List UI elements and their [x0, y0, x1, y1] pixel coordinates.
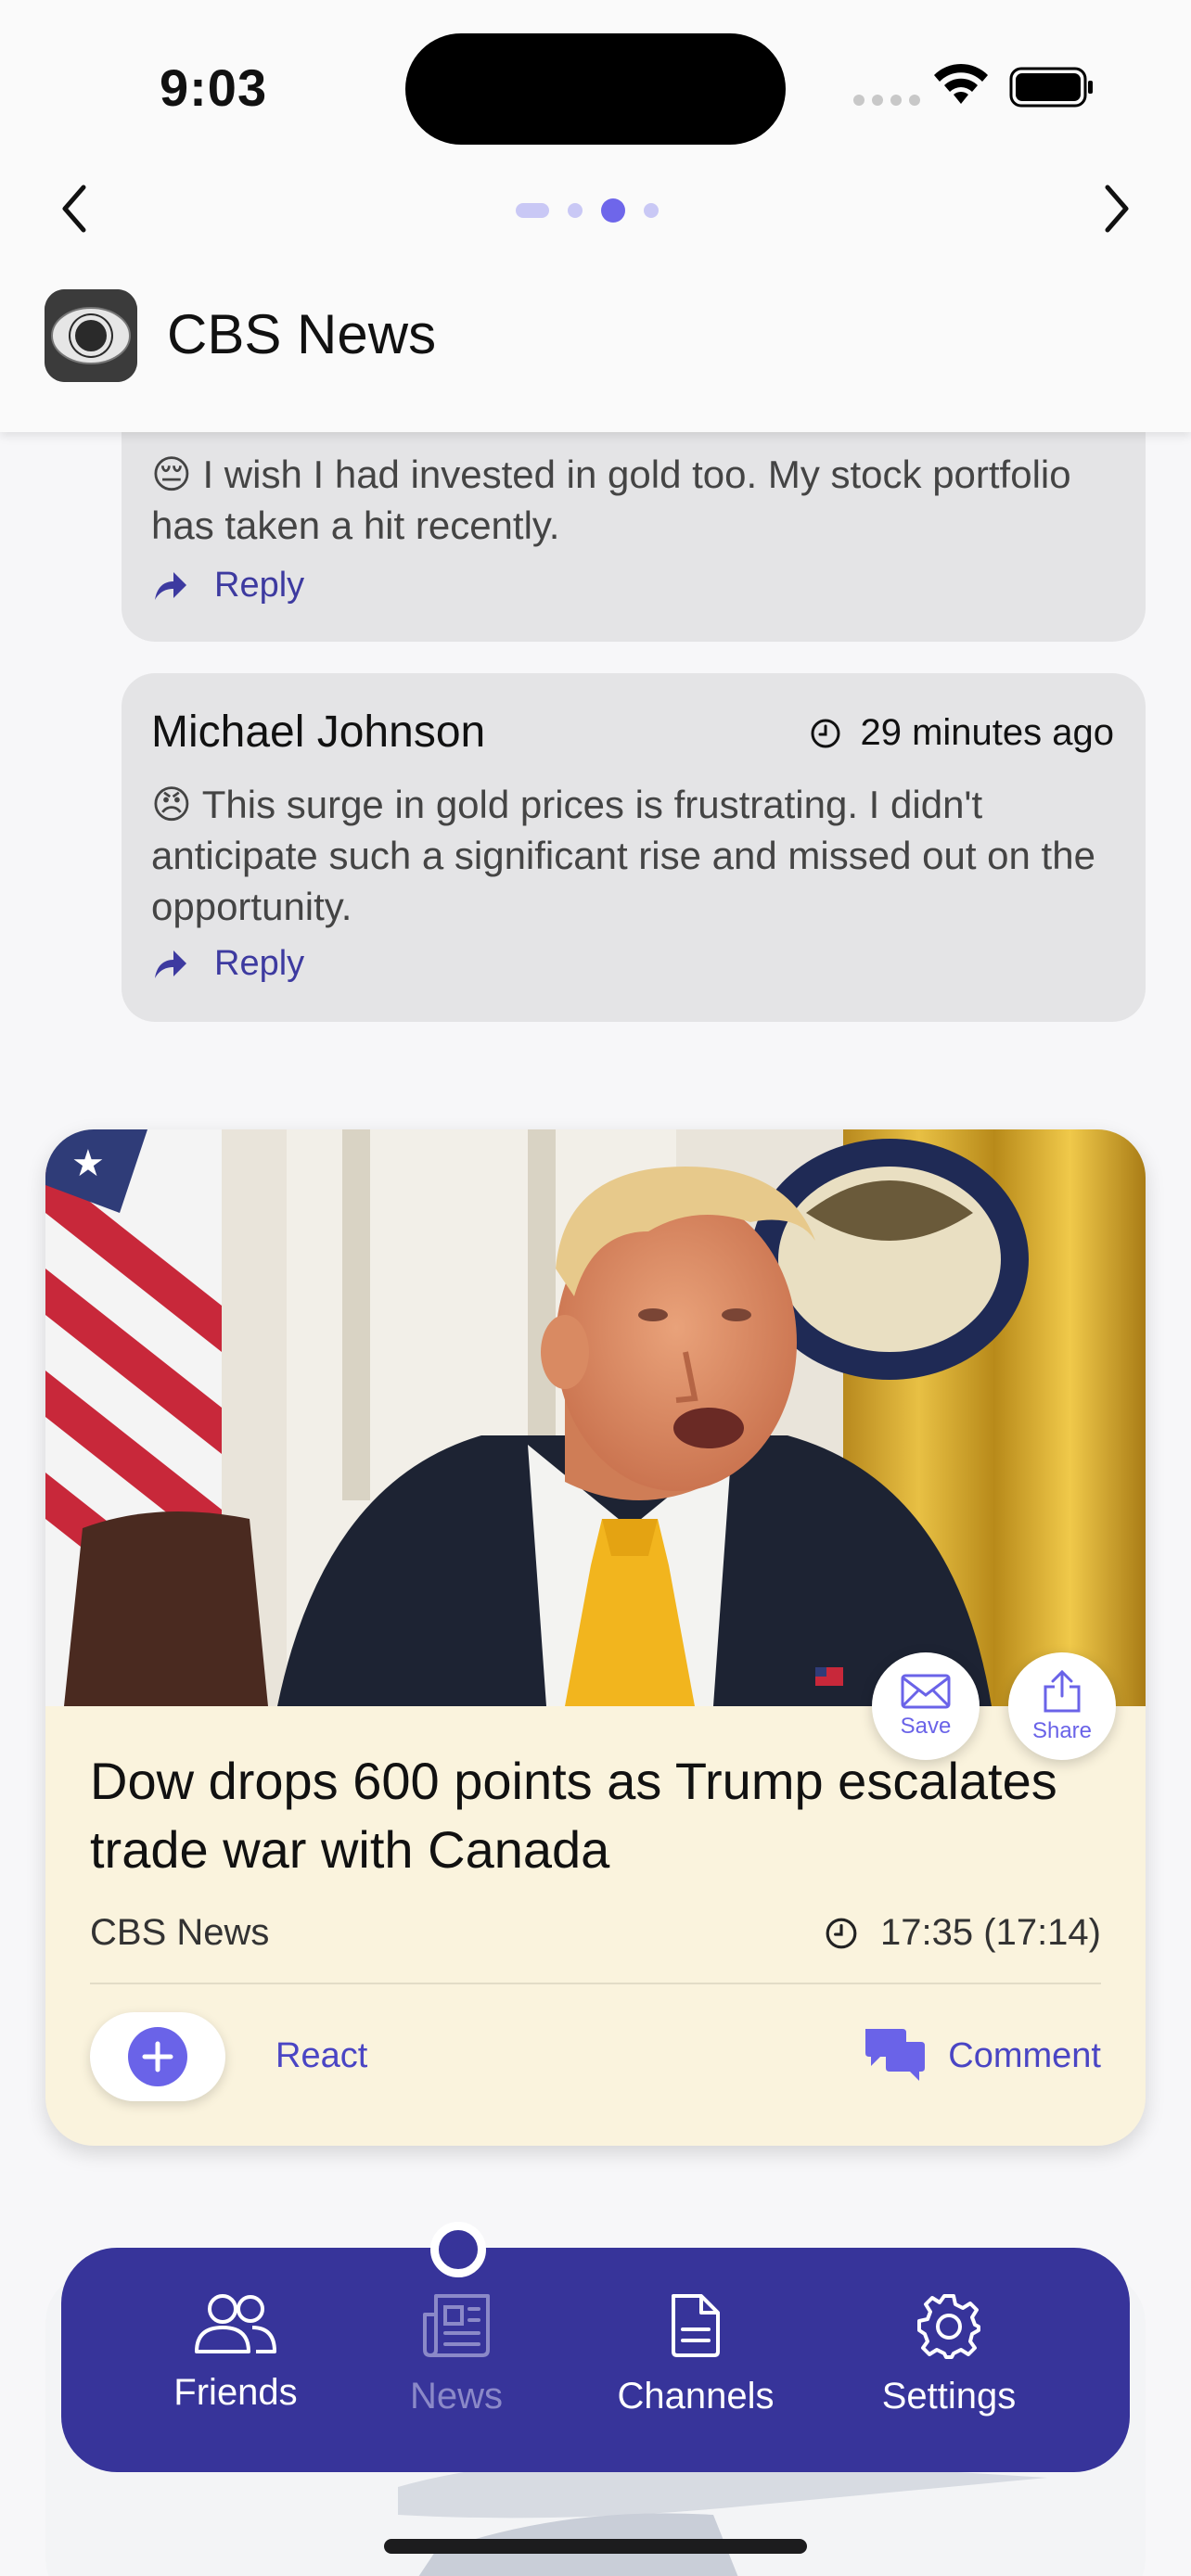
- friends-icon: [195, 2294, 276, 2353]
- back-chevron-icon[interactable]: [52, 176, 98, 241]
- news-headline[interactable]: Dow drops 600 points as Trump escalates …: [90, 1747, 1110, 1884]
- comment-bubbles-icon[interactable]: [862, 2025, 928, 2083]
- reply-button[interactable]: Reply: [151, 944, 304, 984]
- comment-label[interactable]: Comment: [948, 2036, 1101, 2076]
- news-card[interactable]: ★ Save Share Dow drops 600 points as Tru…: [45, 1129, 1146, 2146]
- svg-text:★: ★: [71, 1142, 105, 1185]
- tab-label: News: [409, 2376, 504, 2417]
- wifi-icon: [934, 63, 988, 104]
- news-source: CBS News: [90, 1912, 270, 1953]
- tab-label: Friends: [173, 2372, 298, 2413]
- comment-author: Michael Johnson: [151, 708, 486, 757]
- save-button[interactable]: Save: [872, 1652, 980, 1760]
- cellular-signal-icon: [853, 95, 920, 106]
- share-icon: [1044, 1669, 1081, 1713]
- comment-body: This surge in gold prices is frustrating…: [151, 783, 1095, 928]
- news-photo: ★: [45, 1129, 1146, 1706]
- reply-arrow-icon: [155, 571, 186, 600]
- share-label: Share: [1031, 1718, 1093, 1743]
- comment-text: 😔 I wish I had invested in gold too. My …: [151, 449, 1125, 551]
- plus-circle-icon: [128, 2027, 187, 2086]
- news-time: 17:35 (17:14): [825, 1912, 1101, 1954]
- cbs-eye-logo-icon: [45, 289, 137, 382]
- emoji: 😔: [151, 453, 192, 496]
- comment-body: I wish I had invested in gold too. My st…: [151, 453, 1071, 547]
- home-indicator[interactable]: [384, 2539, 807, 2554]
- tab-label: Channels: [617, 2376, 775, 2417]
- tab-friends[interactable]: Friends: [143, 2292, 328, 2414]
- page-dot: [516, 203, 549, 218]
- comment-card: Michael Johnson 29 minutes ago 😠 This su…: [122, 673, 1146, 1022]
- channel-title: CBS News: [167, 303, 437, 365]
- reply-arrow-icon: [155, 950, 186, 978]
- page-dot-active: [601, 198, 625, 223]
- active-tab-indicator: [430, 2222, 486, 2277]
- dynamic-island: [405, 33, 786, 145]
- status-time: 9:03: [160, 58, 268, 117]
- news-time-label: 17:35 (17:14): [880, 1912, 1101, 1953]
- tab-settings[interactable]: Settings: [856, 2292, 1042, 2417]
- comment-time: 29 minutes ago: [810, 712, 1114, 754]
- react-label[interactable]: React: [275, 2036, 367, 2076]
- reply-button[interactable]: Reply: [151, 566, 304, 606]
- tab-label: Settings: [881, 2376, 1017, 2417]
- forward-chevron-icon[interactable]: [1093, 176, 1139, 241]
- tab-news[interactable]: News: [364, 2292, 549, 2417]
- screen: 9:03 CBS News 😔 I wish I had invested in…: [0, 0, 1191, 2576]
- battery-icon: [1009, 67, 1093, 108]
- reply-label: Reply: [214, 944, 305, 983]
- tab-channels[interactable]: Channels: [603, 2292, 788, 2417]
- news-image[interactable]: ★: [45, 1129, 1146, 1706]
- clock-icon: [826, 1918, 857, 1948]
- envelope-icon: [901, 1674, 951, 1709]
- save-label: Save: [900, 1714, 952, 1739]
- page-dot: [644, 203, 659, 218]
- page-indicator: [516, 198, 659, 223]
- react-button[interactable]: [90, 2012, 225, 2101]
- emoji: 😠: [151, 783, 192, 826]
- document-icon: [672, 2294, 720, 2357]
- page-dot: [568, 203, 583, 218]
- clock-icon: [811, 719, 840, 747]
- gear-icon: [917, 2294, 980, 2359]
- newspaper-icon: [423, 2294, 490, 2357]
- divider: [90, 1983, 1101, 1984]
- comment-time-label: 29 minutes ago: [860, 712, 1114, 753]
- reply-label: Reply: [214, 566, 305, 605]
- channel-logo: [45, 289, 137, 382]
- share-button[interactable]: Share: [1008, 1652, 1116, 1760]
- header: 9:03 CBS News: [0, 0, 1191, 432]
- tab-bar: Friends News Channels Settings: [61, 2248, 1130, 2472]
- comment-text: 😠 This surge in gold prices is frustrati…: [151, 779, 1125, 932]
